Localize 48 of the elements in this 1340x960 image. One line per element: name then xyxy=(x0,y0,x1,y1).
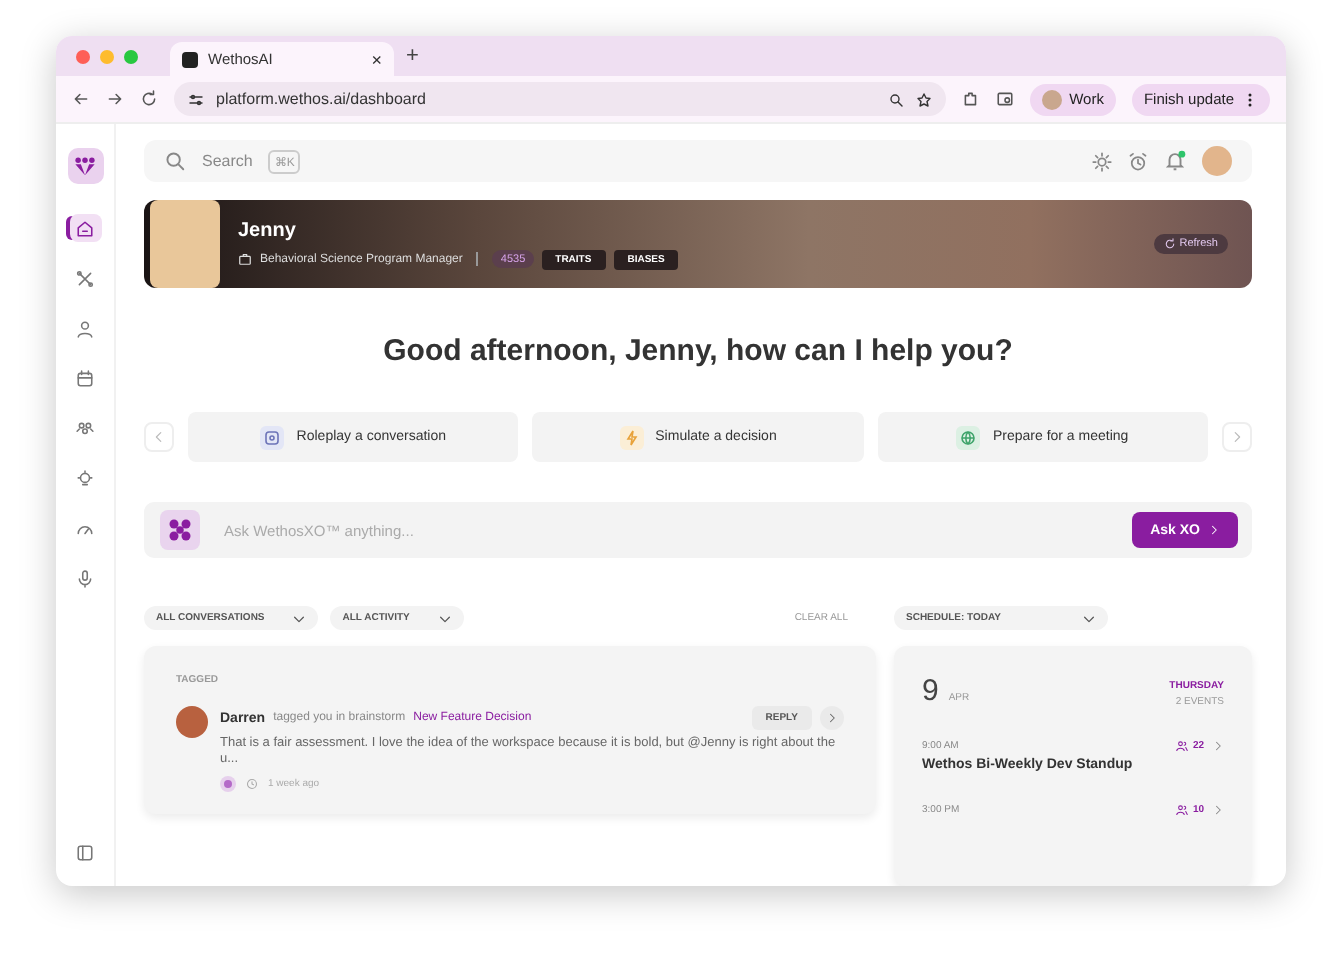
chevron-right-icon xyxy=(1212,804,1224,816)
profile-name: Jenny xyxy=(238,219,298,241)
site-settings-icon xyxy=(188,91,204,107)
lightbulb-icon xyxy=(76,469,94,487)
chevron-down-icon xyxy=(292,611,307,625)
chevron-right-icon xyxy=(826,712,838,724)
star-icon xyxy=(915,91,932,107)
extensions-icon xyxy=(961,90,980,108)
chevron-down-icon xyxy=(437,611,452,625)
forward-icon xyxy=(106,90,124,108)
close-tab-button[interactable]: × xyxy=(371,49,382,69)
people-icon xyxy=(1176,740,1189,752)
chevron-left-icon xyxy=(152,430,166,444)
bell-icon[interactable] xyxy=(1164,150,1186,172)
clock-icon xyxy=(246,777,258,790)
home-icon xyxy=(76,219,94,237)
people-icon xyxy=(76,419,94,437)
chevron-right-icon xyxy=(1208,524,1220,536)
chevron-down-icon xyxy=(1081,611,1096,625)
briefcase-icon xyxy=(238,252,252,266)
calendar-icon xyxy=(76,369,94,387)
xo-logo-icon xyxy=(160,510,200,550)
close-window-icon[interactable] xyxy=(76,49,90,63)
address-bar[interactable]: platform.wethos.ai/dashboard xyxy=(174,82,946,116)
person-icon xyxy=(76,319,94,337)
chevron-right-icon xyxy=(1229,430,1244,444)
chevron-right-icon xyxy=(1212,740,1224,752)
refresh-icon xyxy=(1163,238,1176,250)
date-day: 9 xyxy=(922,674,939,708)
alarm-clock-icon xyxy=(1128,151,1148,171)
people-icon xyxy=(1176,804,1189,816)
sun-icon xyxy=(1092,151,1112,171)
reload-icon xyxy=(140,90,158,108)
avatar-icon xyxy=(1041,89,1062,109)
sidebar-item[interactable] xyxy=(69,214,101,242)
search-icon xyxy=(164,150,186,172)
new-tab-button[interactable]: + xyxy=(406,44,419,68)
avatar-placeholder xyxy=(150,200,220,288)
zoom-icon xyxy=(887,91,904,107)
back-icon xyxy=(72,90,90,108)
avatar-placeholder xyxy=(176,706,208,738)
sidebar-toggle-icon xyxy=(76,844,94,862)
tab-search-icon xyxy=(995,90,1014,108)
greeting-heading: Good afternoon, Jenny, how can I help you? xyxy=(381,334,1015,368)
favicon-icon xyxy=(182,51,198,67)
search-placeholder: Search xyxy=(202,152,253,170)
logo-icon[interactable] xyxy=(67,148,103,184)
microphone-icon xyxy=(76,569,94,587)
